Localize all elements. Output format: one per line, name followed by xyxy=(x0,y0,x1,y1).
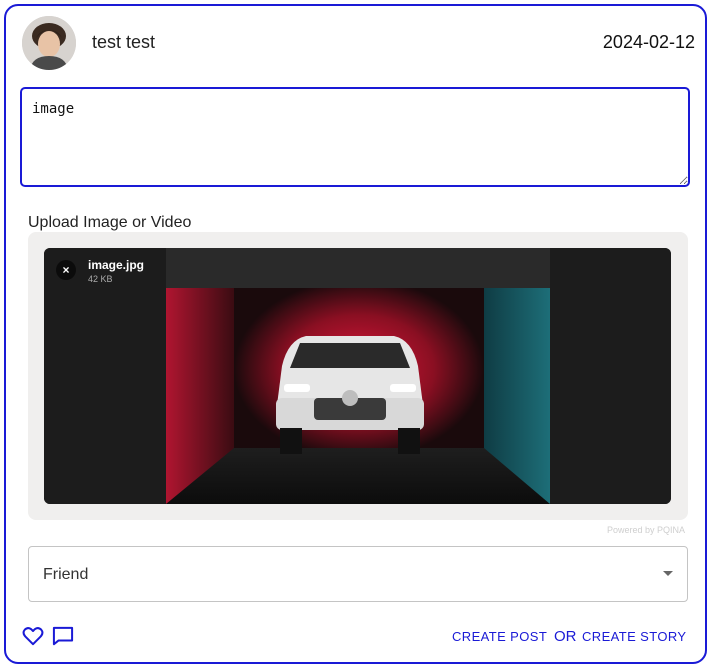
audience-select[interactable]: Friend xyxy=(28,546,688,602)
file-name: image.jpg xyxy=(88,258,145,272)
car-garage-image xyxy=(44,248,671,504)
file-size: 42 KB xyxy=(88,274,113,284)
username: test test xyxy=(92,32,156,52)
comment-button[interactable] xyxy=(52,626,74,646)
or-separator: OR xyxy=(554,628,577,645)
audience-select-value: Friend xyxy=(43,566,89,583)
comment-icon xyxy=(52,626,74,646)
create-story-button[interactable]: CREATE STORY xyxy=(582,629,687,644)
post-date: 2024-02-12 xyxy=(602,32,695,52)
file-upload-area[interactable]: × image.jpg 42 KB xyxy=(28,232,688,520)
post-text-input[interactable]: image xyxy=(20,87,690,187)
avatar[interactable] xyxy=(22,16,76,70)
create-post-button[interactable]: CREATE POST xyxy=(452,629,547,644)
dropdown-arrow-icon xyxy=(663,571,673,576)
like-button[interactable] xyxy=(22,626,44,646)
post-composer-card: test test 2024-02-12 image Upload Image … xyxy=(4,4,707,664)
image-preview: × image.jpg 42 KB xyxy=(44,248,671,504)
post-text-wrapper: image xyxy=(20,87,690,187)
heart-icon xyxy=(22,627,44,646)
upload-label: Upload Image or Video xyxy=(28,214,192,231)
remove-file-button[interactable]: × xyxy=(56,260,76,280)
powered-by-link[interactable]: Powered by PQINA xyxy=(607,525,685,535)
